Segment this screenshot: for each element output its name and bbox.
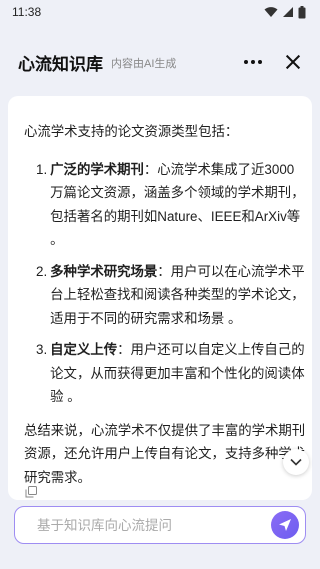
answer-intro: 心流学术支持的论文资源类型包括： — [24, 124, 239, 139]
close-icon[interactable] — [284, 53, 302, 71]
send-icon — [279, 519, 291, 531]
list-item: 2. 多种学术研究场景：用户可以在心流学术平台上轻松查找和阅读各种类型的学术论文… — [24, 260, 306, 331]
answer-summary: 总结来说，心流学术不仅提供了丰富的学术期刊资源，还允许用户上传自有论文，支持多种… — [24, 422, 306, 485]
ai-generated-label: 内容由AI生成 — [111, 58, 177, 70]
list-item: 3. 自定义上传：用户还可以自定义上传自己的论文，从而获得更加丰富和个性化的阅读… — [24, 338, 306, 409]
wifi-icon — [264, 7, 278, 17]
answer-list: 1. 广泛的学术期刊：心流学术集成了近3000万篇论文资源，涵盖多个领域的学术期… — [24, 158, 306, 409]
list-number: 2. — [36, 263, 48, 279]
status-icons — [264, 5, 306, 19]
list-item-title: 广泛的学术期刊 — [50, 161, 144, 177]
list-item: 1. 广泛的学术期刊：心流学术集成了近3000万篇论文资源，涵盖多个领域的学术期… — [24, 158, 306, 252]
list-item-title: 多种学术研究场景 — [50, 263, 158, 279]
page-title: 心流知识库 — [18, 54, 103, 74]
cell-signal-icon — [283, 7, 293, 17]
header-actions — [244, 52, 302, 72]
copy-icon[interactable] — [25, 486, 37, 498]
battery-icon — [298, 5, 306, 18]
status-bar: 11:38 — [0, 0, 320, 24]
status-time: 11:38 — [12, 5, 42, 19]
send-button[interactable] — [271, 511, 299, 539]
chevron-down-icon — [290, 458, 302, 466]
list-item-title: 自定义上传 — [50, 342, 118, 357]
list-number: 1. — [36, 161, 48, 177]
list-number: 3. — [36, 342, 48, 357]
answer-content: 心流学术支持的论文资源类型包括： 1. 广泛的学术期刊：心流学术集成了近3000… — [24, 120, 306, 489]
question-input-bar — [14, 506, 306, 544]
scroll-down-button[interactable] — [283, 449, 309, 475]
header: 心流知识库 内容由AI生成 — [0, 40, 320, 84]
more-icon[interactable] — [244, 52, 262, 72]
question-input[interactable] — [37, 517, 271, 533]
